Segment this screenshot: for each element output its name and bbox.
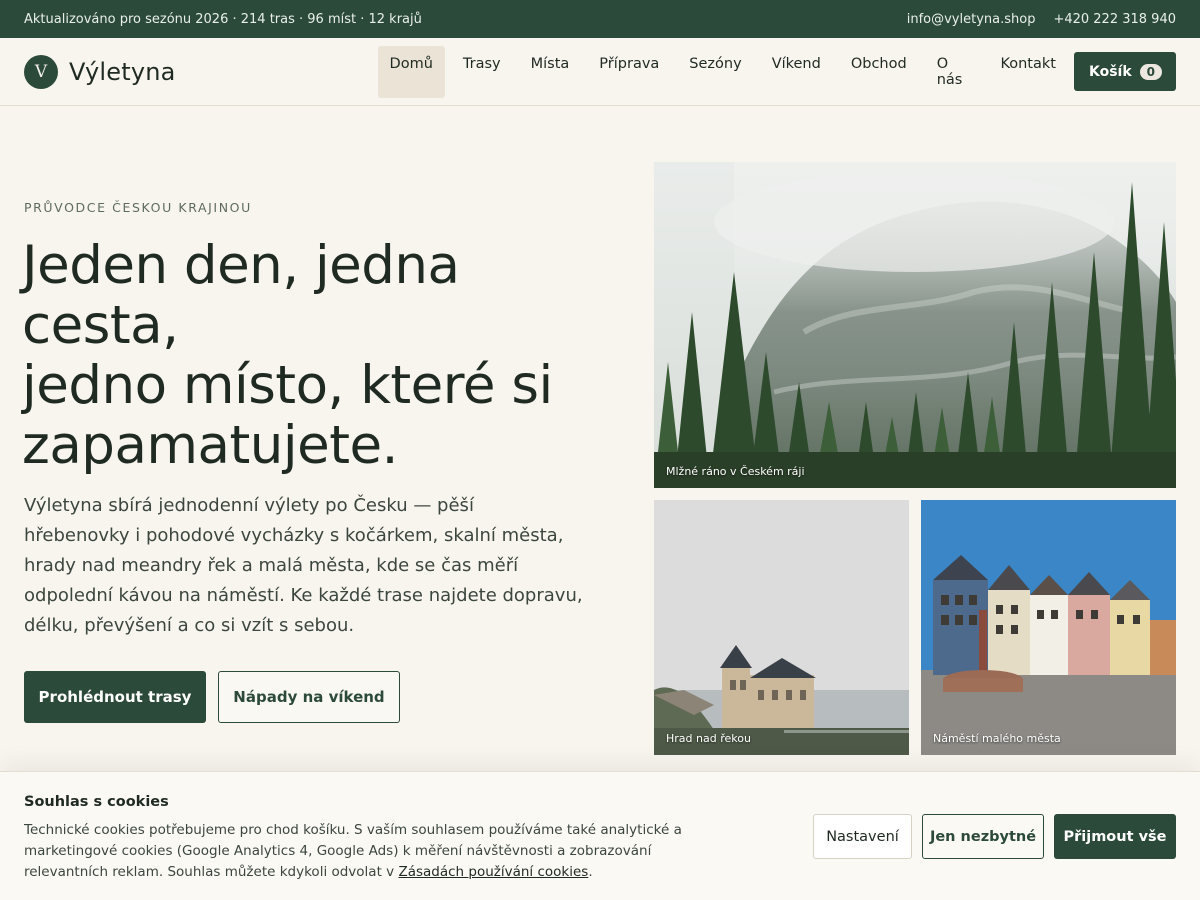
nav-item-weekend[interactable]: Víkend xyxy=(760,46,833,98)
browse-routes-button[interactable]: Prohlédnout trasy xyxy=(24,671,206,723)
hero-section: PRŮVODCE ČESKOU KRAJINOU Jeden den, jedn… xyxy=(0,106,1200,806)
town-photo-caption: Náměstí malého města xyxy=(933,732,1061,745)
headline-line-3: jedno místo, které si xyxy=(22,355,553,416)
castle-image xyxy=(654,500,909,755)
brand-logo-link[interactable]: V Výletyna xyxy=(24,54,176,89)
contact-email-link[interactable]: info@vyletyna.shop xyxy=(907,12,1036,27)
cart-count-badge: 0 xyxy=(1139,63,1162,80)
nav-item-seasons[interactable]: Sezóny xyxy=(677,46,753,98)
headline-line-4: zapamatujete. xyxy=(22,415,398,476)
site-stats: Aktualizováno pro sezónu 2026 · 214 tras… xyxy=(24,11,422,27)
cart-button[interactable]: Košík 0 xyxy=(1073,52,1176,91)
nav-item-preparation[interactable]: Příprava xyxy=(587,46,671,98)
nav-item-places[interactable]: Místa xyxy=(519,46,582,98)
photo-misty-mountain: Mlžné ráno v Českém ráji xyxy=(654,162,1176,488)
contact-info: info@vyletyna.shop +420 222 318 940 xyxy=(907,12,1176,27)
logo-mark: V xyxy=(24,54,58,89)
cookie-policy-link[interactable]: Zásadách používání cookies xyxy=(398,864,588,880)
weekend-ideas-button[interactable]: Nápady na víkend xyxy=(218,671,400,723)
hero-lead: Výletyna sbírá jednodenní výlety po Česk… xyxy=(24,495,583,636)
photo-castle: Hrad nad řekou xyxy=(654,500,909,755)
headline-line-2: cesta, xyxy=(22,295,179,356)
cookie-text: Technické cookies potřebujeme pro chod k… xyxy=(24,820,724,883)
main-navigation: V Výletyna Domů Trasy Místa Příprava Sez… xyxy=(0,38,1200,106)
cookie-title: Souhlas s cookies xyxy=(24,794,169,810)
nav-menu: Domů Trasy Místa Příprava Sezóny Víkend … xyxy=(377,45,1074,98)
cookie-necessary-button[interactable]: Jen nezbytné xyxy=(922,814,1044,859)
headline-line-1: Jeden den, jedna xyxy=(22,235,460,296)
photo-town-square: Náměstí malého města xyxy=(921,500,1176,755)
cookie-consent-banner: Souhlas s cookies Technické cookies potř… xyxy=(0,771,1200,900)
nav-item-shop[interactable]: Obchod xyxy=(839,46,919,98)
contact-phone-link[interactable]: +420 222 318 940 xyxy=(1053,12,1176,27)
hero-headline: Jeden den, jedna cesta, jedno místo, kte… xyxy=(22,236,622,476)
top-info-bar: Aktualizováno pro sezónu 2026 · 214 tras… xyxy=(0,0,1200,38)
nav-item-contact[interactable]: Kontakt xyxy=(988,46,1068,98)
brand-name: Výletyna xyxy=(69,57,176,86)
main-photo-caption: Mlžné ráno v Českém ráji xyxy=(666,465,805,478)
cart-label: Košík xyxy=(1088,63,1132,80)
town-square-image xyxy=(921,500,1176,755)
nav-item-routes[interactable]: Trasy xyxy=(451,46,513,98)
castle-photo-caption: Hrad nad řekou xyxy=(666,732,751,745)
misty-mountain-image xyxy=(654,162,1176,488)
cookie-accept-all-button[interactable]: Přijmout vše xyxy=(1054,814,1176,859)
nav-item-about[interactable]: O nás xyxy=(925,46,983,98)
nav-item-home[interactable]: Domů xyxy=(377,45,445,98)
hero-eyebrow: PRŮVODCE ČESKOU KRAJINOU xyxy=(24,200,252,215)
cookie-settings-button[interactable]: Nastavení xyxy=(813,814,912,859)
cookie-text-end: . xyxy=(588,864,593,880)
